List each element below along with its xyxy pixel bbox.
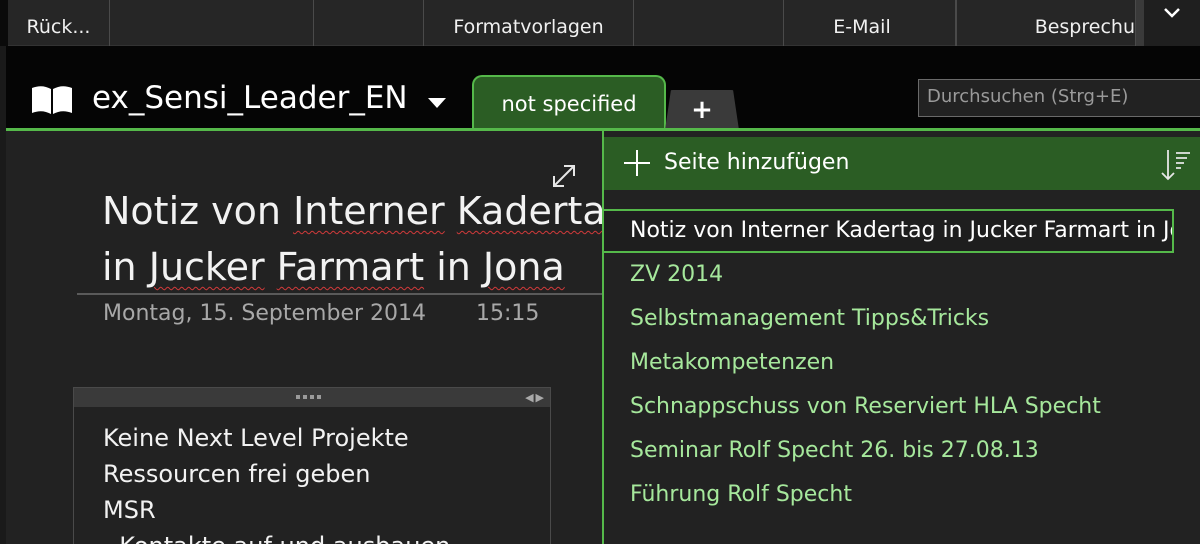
note-title[interactable]: Notiz von Interner Kadertag in Jucker Fa… <box>102 183 602 295</box>
notebook-icon <box>32 86 72 115</box>
page-item[interactable]: Seminar Rolf Specht 26. bis 27.08.13 <box>604 429 1200 473</box>
search-placeholder: Durchsuchen (Strg+E) <box>927 86 1129 107</box>
ribbon-collapse-button[interactable] <box>1136 0 1200 46</box>
page-item-selected[interactable]: Notiz von Interner Kadertag in Jucker Fa… <box>604 209 1174 253</box>
page-item[interactable]: Schnappschuss von Reserviert HLA Specht <box>604 385 1200 429</box>
outline-line: Ressourcen frei geben <box>103 460 371 488</box>
pages-panel: Seite hinzufügen Notiz von Interner Kade… <box>602 131 1200 544</box>
tab-not-specified[interactable]: not specified <box>472 75 666 131</box>
note-time: 15:15 <box>476 301 540 326</box>
page-item[interactable]: Führung Rolf Specht <box>604 473 1200 517</box>
outline-line: - Kontakte auf und ausbauen <box>103 528 450 544</box>
outline-line: Keine Next Level Projekte <box>103 424 409 452</box>
title-divider <box>77 293 603 295</box>
plus-icon: + <box>691 95 713 125</box>
page-item[interactable]: Metakompetenzen <box>604 341 1200 385</box>
ribbon-group[interactable] <box>110 0 314 46</box>
resize-arrows-icon[interactable]: ◀▶ <box>525 391 546 404</box>
ribbon-meeting-button[interactable]: Besprechu <box>956 0 1136 46</box>
ribbon: Rück... Formatvorlagen E-Mail Besprechu <box>8 0 1200 46</box>
add-section-tab[interactable]: + <box>665 90 739 130</box>
page-item[interactable]: ZV 2014 <box>604 253 1200 297</box>
page-list: Notiz von Interner Kadertag in Jucker Fa… <box>604 209 1200 517</box>
notebook-title[interactable]: ex_Sensi_Leader_EN <box>92 80 408 116</box>
outline-container[interactable]: ◀▶ Keine Next Level Projekte Ressourcen … <box>73 387 551 544</box>
outline-handle-bar[interactable]: ◀▶ <box>74 388 550 407</box>
page-item[interactable]: Selbstmanagement Tipps&Tricks <box>604 297 1200 341</box>
outline-line: MSR <box>103 496 156 524</box>
caret-down-icon[interactable] <box>428 98 446 108</box>
sort-icon[interactable] <box>1158 147 1194 183</box>
add-page-label: Seite hinzufügen <box>664 150 850 175</box>
ribbon-styles-button[interactable]: Formatvorlagen <box>424 0 634 46</box>
chevron-down-icon <box>1164 8 1180 18</box>
outline-text[interactable]: Keine Next Level Projekte Ressourcen fre… <box>103 420 450 544</box>
search-input[interactable]: Durchsuchen (Strg+E) <box>918 79 1200 117</box>
note-date: Montag, 15. September 2014 <box>103 301 427 326</box>
drag-handle-icon[interactable] <box>296 395 326 399</box>
plus-icon <box>624 150 650 176</box>
ribbon-group[interactable] <box>314 0 424 46</box>
add-page-button[interactable]: Seite hinzufügen <box>604 137 1200 190</box>
ribbon-back-button[interactable]: Rück... <box>8 0 110 46</box>
tab-label: not specified <box>501 92 637 116</box>
